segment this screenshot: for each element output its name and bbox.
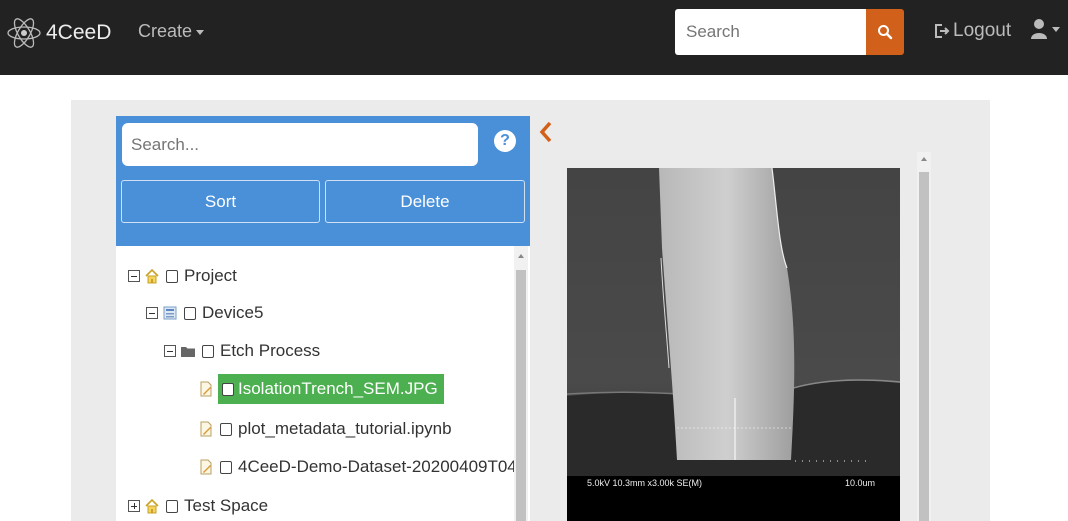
tree-node-isolationtrench-sem[interactable]: IsolationTrench_SEM.JPG xyxy=(198,374,444,404)
chevron-left-icon[interactable] xyxy=(539,120,553,144)
tree-node-label: plot_metadata_tutorial.ipynb xyxy=(238,419,452,438)
scroll-up-icon[interactable] xyxy=(518,254,524,258)
sort-button-label: Sort xyxy=(204,191,237,211)
node-checkbox[interactable] xyxy=(202,344,214,358)
node-checkbox[interactable] xyxy=(166,269,178,283)
collapse-toggle-icon[interactable] xyxy=(146,307,158,319)
scroll-thumb[interactable] xyxy=(516,270,526,521)
search-button[interactable] xyxy=(866,9,904,55)
collapse-toggle-icon[interactable] xyxy=(128,270,140,282)
tree-node-project[interactable]: Project xyxy=(128,263,237,289)
node-checkbox[interactable] xyxy=(222,382,234,396)
help-icon[interactable]: ? xyxy=(494,130,516,152)
node-checkbox[interactable] xyxy=(166,499,178,513)
home-icon xyxy=(145,268,159,284)
sem-micrograph-image xyxy=(567,168,900,521)
user-menu[interactable] xyxy=(1030,18,1060,40)
atom-logo-icon xyxy=(7,18,41,48)
node-checkbox[interactable] xyxy=(220,422,232,436)
scroll-thumb[interactable] xyxy=(919,172,929,521)
search-icon xyxy=(878,25,893,40)
caret-down-icon xyxy=(1052,26,1060,32)
viewer-scrollbar[interactable] xyxy=(917,152,931,521)
home-icon xyxy=(145,498,159,514)
delete-button-label: Delete xyxy=(400,191,450,211)
user-icon xyxy=(1031,19,1047,39)
tree-node-label: IsolationTrench_SEM.JPG xyxy=(238,379,438,398)
tree-node-etch-process[interactable]: Etch Process xyxy=(164,338,320,364)
tree-node-label: 4CeeD-Demo-Dataset-20200409T04 xyxy=(238,457,516,476)
tree-node-test-space[interactable]: Test Space xyxy=(128,493,268,519)
brand-link[interactable]: 4CeeD xyxy=(6,14,111,52)
create-menu[interactable]: Create xyxy=(138,21,205,42)
create-label: Create xyxy=(138,21,193,41)
selected-node-highlight[interactable]: IsolationTrench_SEM.JPG xyxy=(218,374,444,404)
top-navbar: 4CeeD Create Logout xyxy=(0,0,1068,75)
logout-label: Logout xyxy=(953,20,1012,41)
caret-down-icon xyxy=(196,29,205,35)
file-icon xyxy=(200,421,212,437)
help-label: ? xyxy=(500,132,510,149)
collection-icon xyxy=(163,306,177,320)
sem-scale-label: 10.0um xyxy=(845,478,876,488)
tree-node-plot-metadata[interactable]: plot_metadata_tutorial.ipynb xyxy=(198,416,452,442)
node-checkbox[interactable] xyxy=(184,306,196,320)
brand-name: 4CeeD xyxy=(46,21,112,44)
file-icon xyxy=(200,381,212,397)
file-tree: Project Device5 Etch Process IsolationTr… xyxy=(116,246,516,521)
file-tree-panel: ? Sort Delete Project Device xyxy=(116,116,530,521)
tree-node-label: Test Space xyxy=(184,496,269,515)
collapse-toggle-icon[interactable] xyxy=(164,345,176,357)
tree-node-label: Device5 xyxy=(202,303,264,322)
sort-button[interactable]: Sort xyxy=(121,180,320,223)
tree-node-demo-dataset[interactable]: 4CeeD-Demo-Dataset-20200409T04 xyxy=(198,454,516,480)
tree-toolbar: ? Sort Delete xyxy=(116,116,530,246)
logout-link[interactable]: Logout xyxy=(932,20,1011,42)
expand-toggle-icon[interactable] xyxy=(128,500,140,512)
sem-image-preview: 5.0kV 10.3mm x3.00k SE(M) 10.0um xyxy=(567,168,900,521)
tree-search-input[interactable] xyxy=(122,123,478,166)
tree-scrollbar[interactable] xyxy=(514,246,528,521)
tree-node-device5[interactable]: Device5 xyxy=(146,300,263,326)
node-checkbox[interactable] xyxy=(220,460,232,474)
tree-node-label: Etch Process xyxy=(220,341,321,360)
scroll-up-icon[interactable] xyxy=(921,157,927,161)
file-icon xyxy=(200,459,212,475)
delete-button[interactable]: Delete xyxy=(325,180,525,223)
sem-acquisition-info: 5.0kV 10.3mm x3.00k SE(M) xyxy=(587,478,703,488)
folder-icon xyxy=(181,347,195,357)
tree-node-label: Project xyxy=(184,266,237,285)
global-search-input[interactable] xyxy=(675,9,866,55)
sign-out-icon xyxy=(935,24,950,38)
